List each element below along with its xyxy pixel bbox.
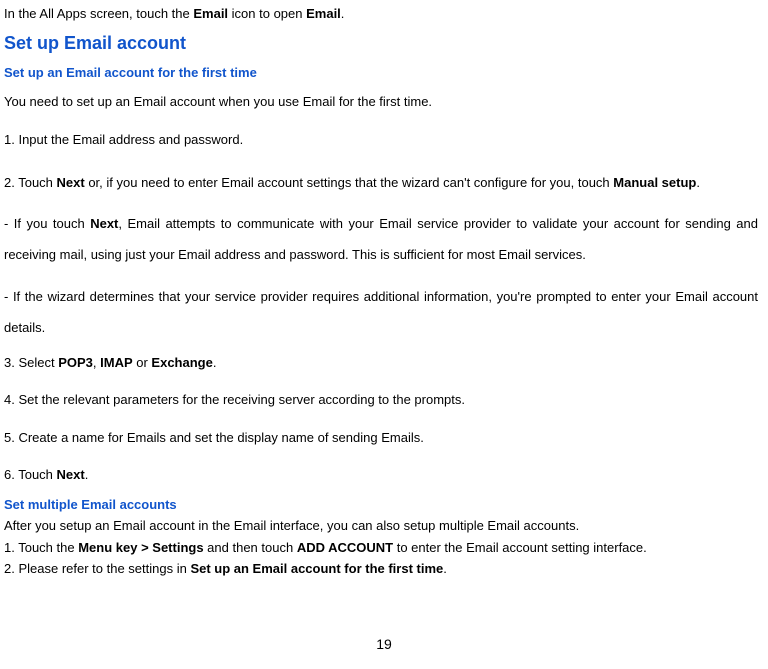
text: In the All Apps screen, touch the <box>4 6 193 21</box>
step-2-note-1: - If you touch Next, Email attempts to c… <box>4 208 758 270</box>
bold-next: Next <box>57 175 85 190</box>
text: . <box>341 6 345 21</box>
text: or <box>133 355 152 370</box>
multiple-step-1: 1. Touch the Menu key > Settings and the… <box>4 538 758 558</box>
text: icon to open <box>228 6 306 21</box>
heading-first-time: Set up an Email account for the first ti… <box>4 63 758 83</box>
step-2-note-2: - If the wizard determines that your ser… <box>4 281 758 343</box>
bold-email-2: Email <box>306 6 341 21</box>
step-2: 2. Touch Next or, if you need to enter E… <box>4 167 758 198</box>
heading-multiple-accounts: Set multiple Email accounts <box>4 495 758 515</box>
step-3: 3. Select POP3, IMAP or Exchange. <box>4 353 758 373</box>
bold-next: Next <box>90 216 118 231</box>
bold-menu-settings: Menu key > Settings <box>78 540 203 555</box>
text: 2. Please refer to the settings in <box>4 561 190 576</box>
bold-setup-first-time: Set up an Email account for the first ti… <box>190 561 443 576</box>
multiple-step-2: 2. Please refer to the settings in Set u… <box>4 559 758 579</box>
bold-manual-setup: Manual setup <box>613 175 696 190</box>
text: . <box>696 175 700 190</box>
bold-email-1: Email <box>193 6 228 21</box>
bold-pop3: POP3 <box>58 355 93 370</box>
page-number: 19 <box>0 634 768 655</box>
text: and then touch <box>204 540 297 555</box>
bold-next: Next <box>57 467 85 482</box>
intro-paragraph: In the All Apps screen, touch the Email … <box>4 4 758 24</box>
text: 2. Touch <box>4 175 57 190</box>
step-4: 4. Set the relevant parameters for the r… <box>4 390 758 410</box>
paragraph-need-setup: You need to set up an Email account when… <box>4 92 758 112</box>
heading-setup-email-account: Set up Email account <box>4 30 758 57</box>
text: , Email attempts to communicate with you… <box>4 216 758 262</box>
step-1: 1. Input the Email address and password. <box>4 130 758 150</box>
text: . <box>85 467 89 482</box>
text: 6. Touch <box>4 467 57 482</box>
text: to enter the Email account setting inter… <box>393 540 647 555</box>
text: or, if you need to enter Email account s… <box>85 175 614 190</box>
bold-add-account: ADD ACCOUNT <box>297 540 393 555</box>
step-5: 5. Create a name for Emails and set the … <box>4 428 758 448</box>
step-6: 6. Touch Next. <box>4 465 758 485</box>
bold-imap: IMAP <box>100 355 133 370</box>
paragraph-multiple-intro: After you setup an Email account in the … <box>4 516 758 536</box>
text: 3. Select <box>4 355 58 370</box>
text: 1. Touch the <box>4 540 78 555</box>
text: - If you touch <box>4 216 90 231</box>
bold-exchange: Exchange <box>151 355 212 370</box>
text: . <box>213 355 217 370</box>
text: . <box>443 561 447 576</box>
